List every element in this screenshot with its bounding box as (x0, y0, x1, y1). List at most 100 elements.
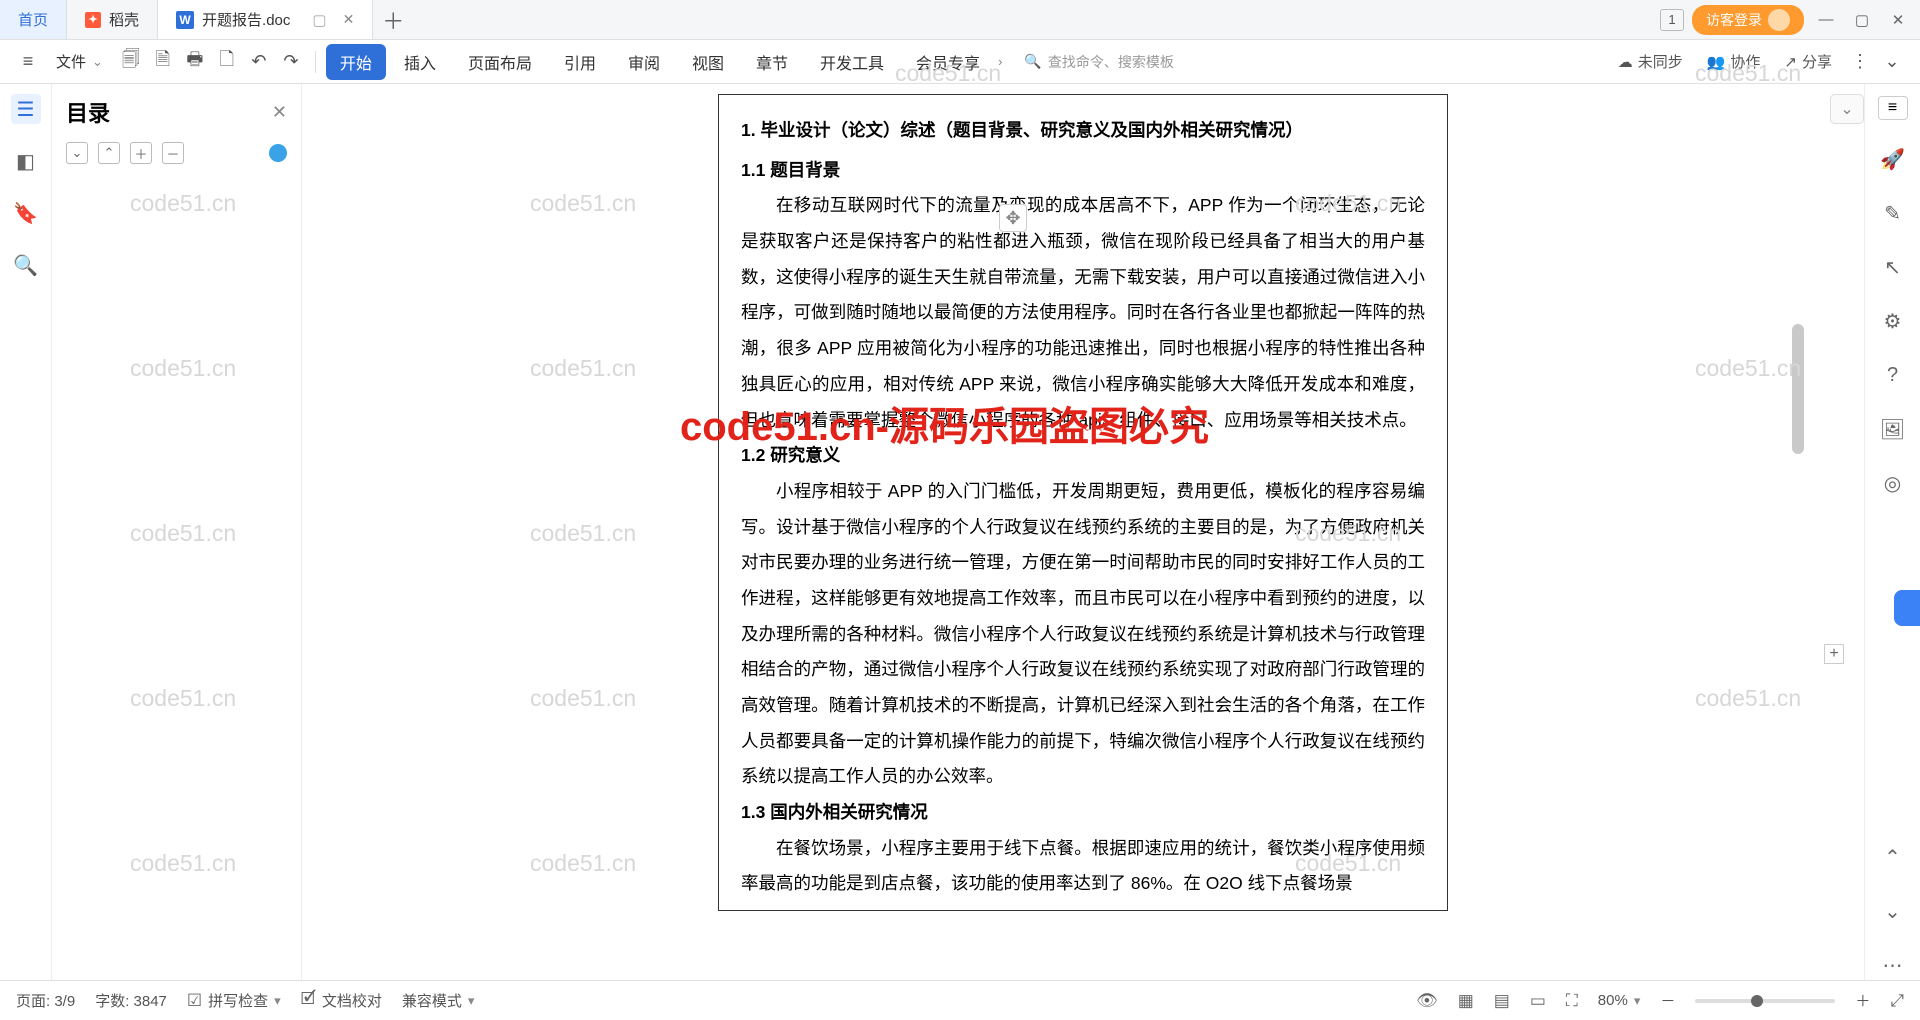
zoom-value[interactable]: 80%▾ (1598, 992, 1641, 1009)
print-icon[interactable]: 🖶 (181, 48, 209, 76)
tab-vip[interactable]: 会员专享 (902, 44, 994, 80)
ribbon: ≡ 文件⌄ 🗐 🗎 🖶 🗋 ↶ ↷ 开始 插入 页面布局 引用 审阅 视图 章节… (0, 40, 1920, 84)
close-window-button[interactable]: ✕ (1884, 6, 1912, 34)
command-search[interactable]: 🔍查找命令、搜索模板 (1024, 52, 1244, 72)
scrollbar-thumb[interactable] (1792, 324, 1804, 454)
scroll-up-icon[interactable]: ⌃ (1878, 842, 1908, 872)
move-handle-icon[interactable]: ✥ (999, 204, 1027, 232)
fullscreen-icon[interactable]: ⤢ (1890, 991, 1904, 1011)
spellcheck-toggle[interactable]: ☑拼写检查▾ (187, 990, 281, 1011)
bookmark-icon[interactable]: 🔖 (11, 198, 41, 228)
side-flyout-tab[interactable] (1894, 590, 1920, 626)
find-icon[interactable]: 🔍 (11, 250, 41, 280)
maximize-button[interactable]: ▢ (1848, 6, 1876, 34)
save-icon[interactable]: 🗐 (117, 48, 145, 76)
compat-mode[interactable]: 兼容模式▾ (402, 990, 475, 1011)
tab-layout[interactable]: 页面布局 (454, 44, 546, 80)
tab-start[interactable]: 开始 (326, 44, 386, 80)
image-tool-icon[interactable]: 🖼 (1878, 414, 1908, 444)
preview-icon[interactable]: 🗋 (213, 48, 241, 76)
share-button[interactable]: ↗分享 (1774, 51, 1842, 72)
zoom-in-button[interactable]: ＋ (1855, 990, 1870, 1011)
toc-title: 目录 (66, 96, 110, 128)
ruler-toggle-icon[interactable]: ≡ (1878, 96, 1908, 120)
redo-icon[interactable]: ↷ (277, 48, 305, 76)
save-as-icon[interactable]: 🗎 (149, 48, 177, 76)
close-tab-icon[interactable]: ✕ (343, 11, 355, 28)
avatar-icon (1768, 9, 1790, 31)
main-area: ☰ ◧ 🔖 🔍 目录 ✕ ⌄ ⌃ ＋ － ✥ + 1. 毕业设计（论文）综述（题… (0, 84, 1920, 980)
view-outline-icon[interactable]: ▤ (1494, 991, 1510, 1011)
settings-icon[interactable]: ⚙ (1878, 306, 1908, 336)
new-tab-button[interactable]: ＋ (373, 0, 413, 39)
word-count[interactable]: 字数: 3847 (95, 990, 167, 1011)
status-bar: 页面: 3/9 字数: 3847 ☑拼写检查▾ 🗹文档校对 兼容模式▾ 👁 ▦ … (0, 980, 1920, 1020)
paragraph-3: 在餐饮场景，小程序主要用于线下点餐。根据即速应用的统计，餐饮类小程序使用频率最高… (741, 831, 1425, 902)
cloud-icon: ☁ (1618, 53, 1633, 71)
expand-all-button[interactable]: ⌃ (98, 142, 120, 164)
toc-panel: 目录 ✕ ⌄ ⌃ ＋ － (52, 84, 302, 980)
docer-icon: ✦ (85, 12, 101, 28)
right-rail: ≡ 🚀 ✎ ↖ ⚙ ? 🖼 ◎ ⌃ ⌄ ⋯ (1864, 84, 1920, 980)
tab-devtools[interactable]: 开发工具 (806, 44, 898, 80)
toc-indicator-icon (269, 144, 287, 162)
tab-document[interactable]: W 开题报告.doc ▢ ✕ (158, 0, 373, 39)
document-canvas[interactable]: ✥ + 1. 毕业设计（论文）综述（题目背景、研究意义及国内外相关研究情况） 1… (302, 84, 1864, 980)
undo-icon[interactable]: ↶ (245, 48, 273, 76)
section-13: 1.3 国内外相关研究情况 (741, 795, 1425, 831)
panel-toggle-icon[interactable]: ⌄ (1830, 94, 1864, 124)
tab-home[interactable]: 首页 (0, 0, 67, 39)
close-panel-icon[interactable]: ✕ (272, 102, 287, 123)
menu-icon[interactable]: ≡ (14, 48, 42, 76)
word-icon: W (176, 11, 194, 29)
collapse-ribbon-icon[interactable]: ⌄ (1878, 48, 1906, 76)
minimize-button[interactable]: ― (1812, 6, 1840, 34)
thumbnail-icon[interactable]: ◧ (11, 146, 41, 176)
kebab-icon[interactable]: ⋮ (1846, 48, 1874, 76)
tab-insert[interactable]: 插入 (390, 44, 450, 80)
more-icon[interactable]: ⋯ (1878, 950, 1908, 980)
tab-view[interactable]: 视图 (678, 44, 738, 80)
tab-references[interactable]: 引用 (550, 44, 610, 80)
document-page: 1. 毕业设计（论文）综述（题目背景、研究意义及国内外相关研究情况） 1.1 题… (718, 94, 1448, 911)
outline-icon[interactable]: ☰ (11, 94, 41, 124)
file-menu[interactable]: 文件⌄ (46, 51, 113, 72)
zoom-slider[interactable] (1695, 999, 1835, 1003)
view-web-icon[interactable]: ▭ (1530, 991, 1546, 1011)
tab-review[interactable]: 审阅 (614, 44, 674, 80)
ruler-marker[interactable]: + (1824, 644, 1844, 664)
tab-docer[interactable]: ✦稻壳 (67, 0, 158, 39)
proofread-button[interactable]: 🗹文档校对 (301, 986, 382, 1015)
collapse-all-button[interactable]: ⌄ (66, 142, 88, 164)
screen-icon[interactable]: ▢ (312, 11, 326, 29)
proof-icon: 🗹 (301, 986, 316, 1015)
login-button[interactable]: 访客登录 (1692, 5, 1804, 35)
paragraph-2: 小程序相较于 APP 的入门门槛低，开发周期更短，费用更低，模板化的程序容易编写… (741, 474, 1425, 795)
view-page-icon[interactable]: ▦ (1458, 991, 1474, 1011)
collab-button[interactable]: 👥协作 (1697, 51, 1771, 72)
people-icon: 👥 (1707, 53, 1726, 71)
section-11: 1.1 题目背景 (741, 153, 1425, 189)
fit-icon[interactable]: ⛶ (1566, 991, 1578, 1011)
titlebar: 首页 ✦稻壳 W 开题报告.doc ▢ ✕ ＋ 1 访客登录 ― ▢ ✕ (0, 0, 1920, 40)
view-eye-icon[interactable]: 👁 (1416, 991, 1438, 1011)
tab-chapter[interactable]: 章节 (742, 44, 802, 80)
notif-badge[interactable]: 1 (1660, 9, 1684, 31)
rocket-icon[interactable]: 🚀 (1878, 144, 1908, 174)
scroll-down-icon[interactable]: ⌄ (1878, 896, 1908, 926)
sync-button[interactable]: ☁未同步 (1608, 51, 1693, 72)
check-icon: ☑ (187, 991, 202, 1011)
left-rail: ☰ ◧ 🔖 🔍 (0, 84, 52, 980)
more-tabs-icon[interactable]: › (998, 54, 1002, 69)
target-icon[interactable]: ◎ (1878, 468, 1908, 498)
add-level-button[interactable]: ＋ (130, 142, 152, 164)
heading-1: 1. 毕业设计（论文）综述（题目背景、研究意义及国内外相关研究情况） (741, 113, 1425, 149)
search-icon: 🔍 (1024, 53, 1041, 70)
page-indicator[interactable]: 页面: 3/9 (16, 990, 75, 1011)
remove-level-button[interactable]: － (162, 142, 184, 164)
cursor-icon[interactable]: ↖ (1878, 252, 1908, 282)
help-icon[interactable]: ? (1878, 360, 1908, 390)
share-icon: ↗ (1784, 53, 1797, 71)
pen-icon[interactable]: ✎ (1878, 198, 1908, 228)
zoom-out-button[interactable]: － (1660, 990, 1675, 1011)
